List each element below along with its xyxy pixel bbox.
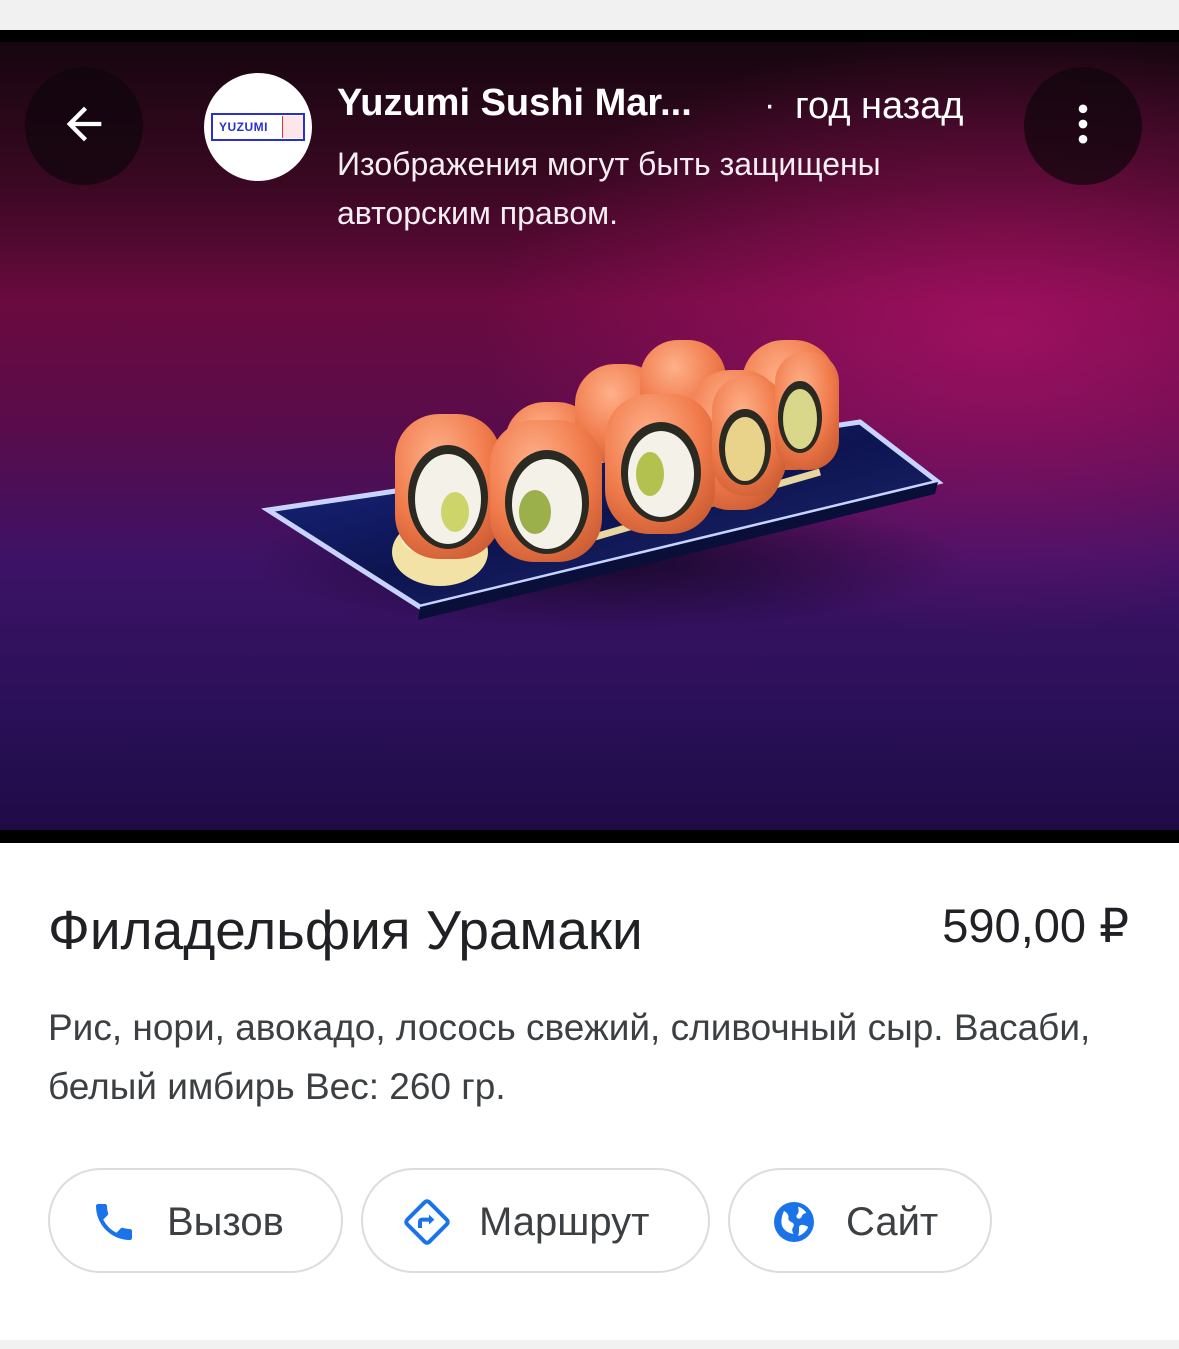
more-options-button[interactable]	[1024, 67, 1142, 185]
back-button[interactable]	[25, 67, 143, 185]
call-button[interactable]: Вызов	[48, 1168, 343, 1273]
bottom-divider	[0, 1340, 1179, 1349]
logo-text: YUZUMI	[219, 120, 268, 134]
item-title: Филадельфия Урамаки	[48, 899, 643, 961]
status-area	[0, 0, 1179, 30]
arrow-left-icon	[58, 98, 110, 155]
store-name[interactable]: Yuzumi Sushi Mar...	[337, 82, 692, 125]
item-description: Рис, нори, авокадо, лосось свежий, сливо…	[48, 1007, 1091, 1107]
separator-dot: ·	[764, 86, 776, 124]
logo-seal	[282, 116, 303, 138]
copyright-notice: Изображения могут быть защищены авторски…	[337, 146, 881, 231]
route-button[interactable]: Маршрут	[361, 1168, 710, 1273]
route-label: Маршрут	[479, 1200, 650, 1244]
store-logo: YUZUMI	[211, 113, 305, 141]
viewer-header: YUZUMI Yuzumi Sushi Mar... · год назад И…	[0, 30, 1179, 231]
post-time: год назад	[795, 85, 964, 127]
directions-icon	[403, 1198, 451, 1246]
globe-icon	[770, 1198, 818, 1246]
store-avatar[interactable]: YUZUMI	[204, 73, 312, 181]
call-label: Вызов	[167, 1200, 284, 1244]
phone-icon	[90, 1198, 138, 1246]
website-button[interactable]: Сайт	[728, 1168, 992, 1273]
more-vert-icon	[1057, 98, 1109, 155]
site-label: Сайт	[846, 1200, 939, 1244]
item-price: 590,00 ₽	[942, 899, 1129, 952]
